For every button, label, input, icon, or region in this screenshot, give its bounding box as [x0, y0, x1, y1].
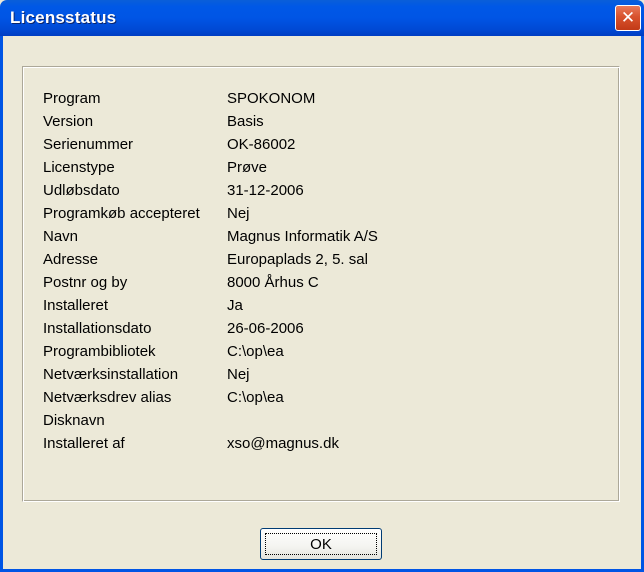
license-info-panel: Program SPOKONOM Version Basis Serienumm…: [22, 66, 620, 502]
info-label: Version: [43, 113, 94, 130]
info-value: xso@magnus.dk: [227, 435, 339, 452]
info-value: Nej: [227, 205, 250, 222]
info-label: Postnr og by: [43, 274, 128, 291]
title-bar[interactable]: Licensstatus ✕: [0, 0, 644, 36]
info-value: Europaplads 2, 5. sal: [227, 251, 368, 268]
info-value: Magnus Informatik A/S: [227, 228, 378, 245]
info-value: Ja: [227, 297, 243, 314]
close-icon[interactable]: ✕: [615, 5, 641, 31]
info-label: Udløbsdato: [43, 182, 120, 199]
ok-button[interactable]: OK: [260, 528, 382, 560]
info-value: Nej: [227, 366, 250, 383]
info-label: Serienummer: [43, 136, 134, 153]
info-label: Netværksdrev alias: [43, 389, 172, 406]
info-label: Installationsdato: [43, 320, 152, 337]
info-value: SPOKONOM: [227, 90, 316, 107]
info-value: 26-06-2006: [227, 320, 304, 337]
info-value: 31-12-2006: [227, 182, 304, 199]
info-value: OK-86002: [227, 136, 296, 153]
info-value: Prøve: [227, 159, 268, 176]
window-frame-left: [0, 36, 3, 572]
info-label: Disknavn: [43, 412, 105, 429]
window-title: Licensstatus: [10, 8, 117, 27]
info-label: Installeret af: [43, 435, 125, 452]
license-status-dialog: Licensstatus ✕ Program SPOKONOM Version …: [0, 0, 644, 572]
info-label: Adresse: [43, 251, 99, 268]
info-label: Navn: [43, 228, 79, 245]
info-label: Program: [43, 90, 101, 107]
info-value: C:\op\ea: [227, 343, 284, 360]
focus-rect: [265, 533, 377, 555]
info-value: C:\op\ea: [227, 389, 284, 406]
info-value: Basis: [227, 113, 264, 130]
info-value: 8000 Århus C: [227, 274, 319, 291]
info-label: Programkøb accepteret: [43, 205, 200, 222]
info-label: Installeret: [43, 297, 109, 314]
info-label: Netværksinstallation: [43, 366, 179, 383]
info-label: Licenstype: [43, 159, 115, 176]
info-label: Programbibliotek: [43, 343, 156, 360]
